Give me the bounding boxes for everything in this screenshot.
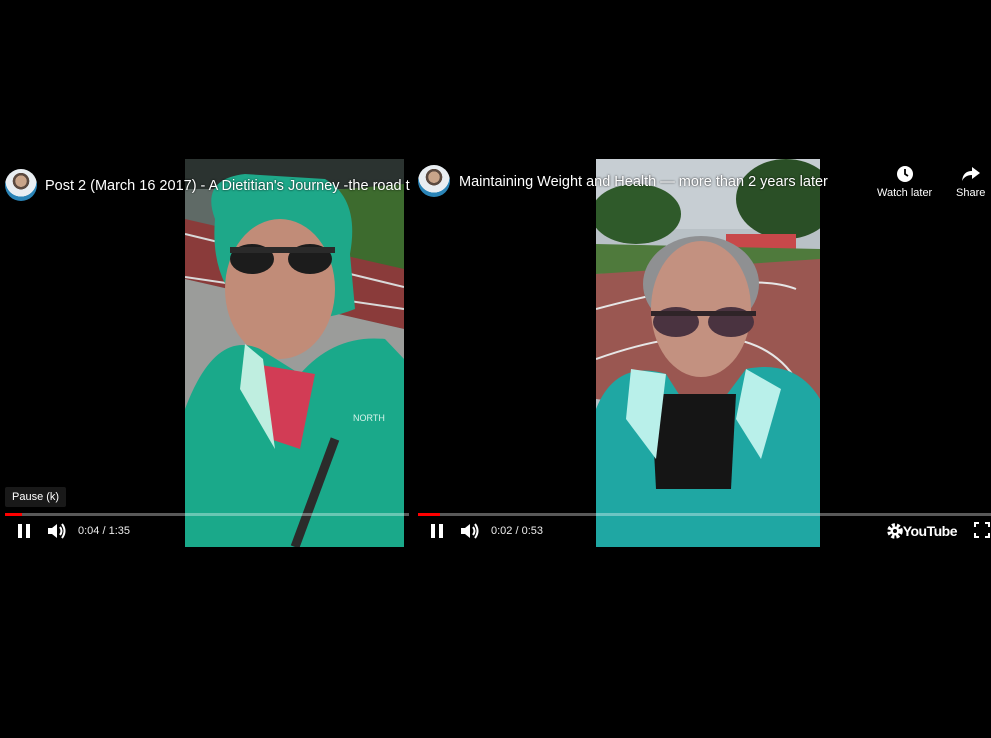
video-frame-left[interactable]: NORTH bbox=[185, 159, 404, 547]
progress-bar-left[interactable] bbox=[5, 513, 409, 516]
pause-icon[interactable] bbox=[16, 522, 32, 545]
video-frame-right[interactable] bbox=[596, 159, 820, 547]
volume-icon[interactable] bbox=[460, 522, 480, 545]
share-arrow-icon bbox=[961, 167, 980, 181]
watch-later-label: Watch later bbox=[877, 187, 933, 199]
time-display-left: 0:04 / 1:35 bbox=[78, 525, 130, 537]
video-frame-image-left: NORTH bbox=[185, 159, 404, 547]
control-bar-left: 0:04 / 1:35 bbox=[0, 519, 410, 545]
progress-played-right bbox=[418, 513, 440, 516]
progress-played-left bbox=[5, 513, 22, 516]
control-bar-right: 0:02 / 0:53 YouTube bbox=[413, 519, 991, 545]
progress-bar-right[interactable] bbox=[418, 513, 991, 516]
video-frame-image-right bbox=[596, 159, 820, 547]
channel-avatar[interactable] bbox=[5, 169, 37, 201]
video-player-right[interactable]: Maintaining Weight and Health — more tha… bbox=[413, 157, 991, 547]
video-player-left[interactable]: NORTH Post 2 (March 16 2017) - A Dietiti… bbox=[0, 157, 410, 547]
youtube-logo[interactable]: YouTube bbox=[903, 523, 958, 539]
svg-text:NORTH: NORTH bbox=[353, 413, 385, 423]
video-title-right[interactable]: Maintaining Weight and Health — more tha… bbox=[459, 174, 828, 190]
watch-later-button[interactable]: Watch later bbox=[877, 165, 932, 199]
share-label: Share bbox=[956, 187, 986, 199]
pause-icon[interactable] bbox=[429, 522, 445, 545]
video-title-left[interactable]: Post 2 (March 16 2017) - A Dietitian's J… bbox=[45, 178, 410, 194]
clock-icon bbox=[896, 166, 913, 182]
volume-icon[interactable] bbox=[47, 522, 67, 545]
settings-gear-icon[interactable] bbox=[886, 522, 904, 545]
pause-tooltip: Pause (k) bbox=[5, 487, 67, 507]
fullscreen-icon[interactable] bbox=[974, 522, 990, 543]
channel-avatar[interactable] bbox=[418, 165, 450, 197]
time-display-right: 0:02 / 0:53 bbox=[491, 525, 543, 537]
share-button[interactable]: Share bbox=[956, 165, 985, 199]
